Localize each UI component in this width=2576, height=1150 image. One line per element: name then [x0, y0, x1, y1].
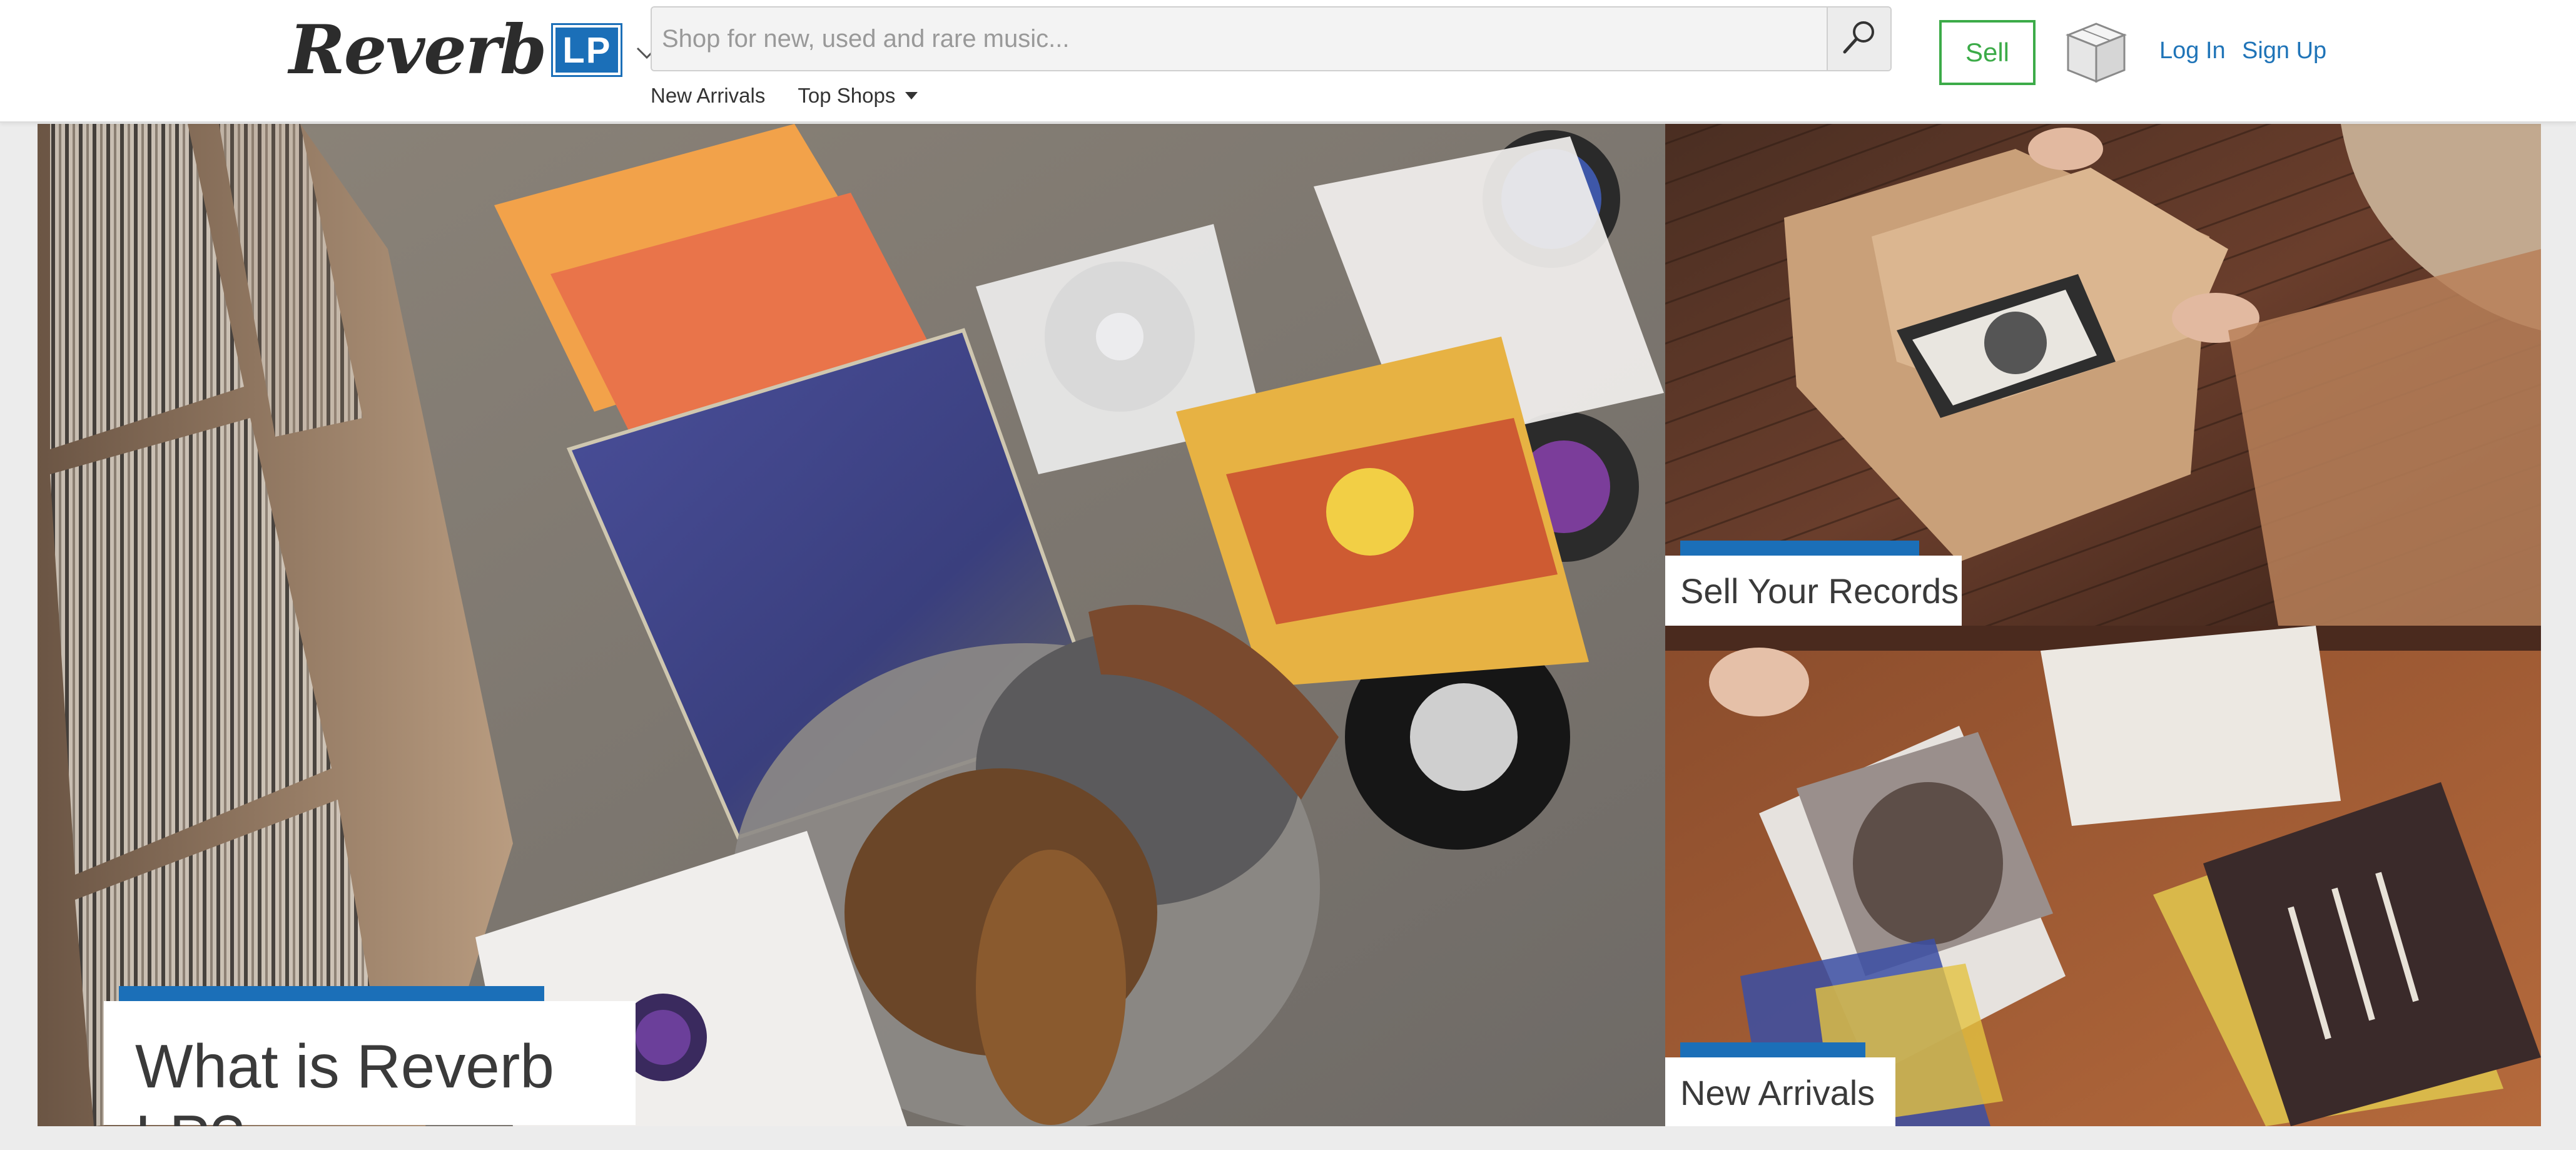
- hero-sell-your-records[interactable]: Sell Your Records: [1665, 124, 2541, 626]
- hero-new-arrivals[interactable]: New Arrivals: [1665, 626, 2541, 1126]
- nav-new-arrivals[interactable]: New Arrivals: [651, 84, 765, 108]
- hero-sell-caption[interactable]: Sell Your Records: [1665, 556, 1962, 626]
- reverb-lp-logo[interactable]: Reverb LP: [289, 16, 658, 84]
- hero-what-is-reverb-lp[interactable]: What is Reverb LP?: [38, 124, 1665, 1126]
- search-icon: [1840, 18, 1879, 60]
- record-collection-photo: [38, 124, 1665, 1126]
- search-button[interactable]: [1827, 8, 1890, 70]
- caption-accent-bar: [1680, 1042, 1865, 1059]
- nav-top-shops[interactable]: Top Shops: [798, 84, 918, 108]
- nav-top-shops-label: Top Shops: [798, 84, 896, 107]
- search-bar: [651, 6, 1892, 71]
- sub-navigation: New Arrivals Top Shops: [651, 84, 918, 108]
- search-input[interactable]: [652, 8, 1827, 70]
- hero-new-arrivals-caption[interactable]: New Arrivals: [1665, 1057, 1895, 1126]
- sell-button[interactable]: Sell: [1939, 20, 2036, 85]
- hero-main-caption[interactable]: What is Reverb LP?: [104, 1001, 636, 1126]
- login-link[interactable]: Log In: [2159, 38, 2226, 64]
- box-icon[interactable]: [2062, 19, 2131, 86]
- logo-lp-badge: LP: [551, 23, 623, 77]
- nav-new-arrivals-label: New Arrivals: [651, 84, 766, 107]
- caret-down-icon: [905, 92, 918, 99]
- caption-accent-bar: [119, 986, 544, 1002]
- logo-wordmark: Reverb: [289, 11, 547, 89]
- caption-accent-bar: [1680, 541, 1919, 557]
- signup-link[interactable]: Sign Up: [2242, 38, 2326, 64]
- site-header: Reverb LP New Arrivals Top Shops Sell: [0, 0, 2576, 123]
